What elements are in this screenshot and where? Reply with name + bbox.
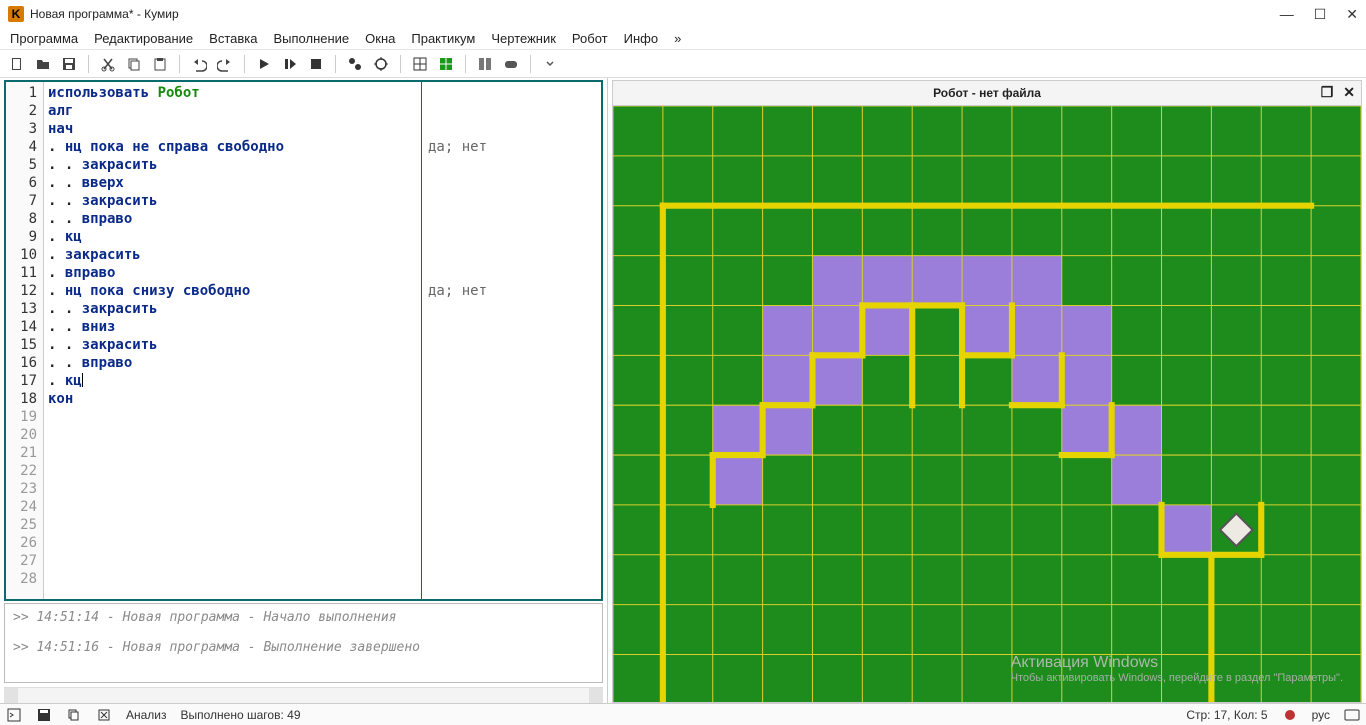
menu-bar: Программа Редактирование Вставка Выполнение… [0,28,1366,50]
cut-icon[interactable] [97,53,119,75]
maximize-button[interactable]: ☐ [1314,6,1327,23]
toolbar [0,50,1366,78]
menu-item[interactable]: Редактирование [94,31,193,46]
menu-item[interactable]: » [674,31,681,46]
menu-item[interactable]: Программа [10,31,78,46]
menu-item[interactable]: Робот [572,31,608,46]
sb-copy-icon[interactable] [66,707,82,723]
open-file-icon[interactable] [32,53,54,75]
debug-icon[interactable] [370,53,392,75]
toolbar-overflow-icon[interactable] [539,53,561,75]
window-title: Новая программа* - Кумир [30,7,179,21]
save-file-icon[interactable] [58,53,80,75]
sb-cursor-pos: Стр: 17, Кол: 5 [1186,708,1267,722]
sb-save-icon[interactable] [36,707,52,723]
line-gutter: 1234567891011121314151617181920212223242… [6,82,44,599]
robot-panel-header: Робот - нет файла ❐ ✕ [612,80,1362,106]
grid1-icon[interactable] [409,53,431,75]
main-area: 1234567891011121314151617181920212223242… [0,78,1366,703]
panels-icon[interactable] [474,53,496,75]
sb-console-icon[interactable] [6,707,22,723]
output-console[interactable]: >> 14:51:14 - Новая программа - Начало в… [4,603,603,683]
step-icon[interactable] [279,53,301,75]
title-bar: K Новая программа* - Кумир — ☐ ✕ [0,0,1366,28]
minimize-button[interactable]: — [1280,6,1294,23]
robot-field[interactable]: Активация Windows Чтобы активировать Win… [612,106,1362,703]
new-file-icon[interactable] [6,53,28,75]
menu-item[interactable]: Вставка [209,31,257,46]
menu-item[interactable]: Инфо [624,31,658,46]
undo-icon[interactable] [188,53,210,75]
code-area[interactable]: использовать Роботалгнач. нц пока не спр… [44,82,421,599]
menu-item[interactable]: Выполнение [273,31,349,46]
grid2-icon[interactable] [435,53,457,75]
status-bar: Анализ Выполнено шагов: 49 Стр: 17, Кол:… [0,703,1366,725]
close-button[interactable]: ✕ [1346,6,1358,23]
copy-icon[interactable] [123,53,145,75]
menu-item[interactable]: Чертежник [491,31,556,46]
robot-pane: Робот - нет файла ❐ ✕ Активация Windows … [608,78,1366,703]
app-logo: K [8,6,24,22]
robot-maximize-icon[interactable]: ❐ [1321,84,1334,101]
menu-item[interactable]: Практикум [411,31,475,46]
sb-analysis[interactable]: Анализ [126,708,167,722]
stop-icon[interactable] [305,53,327,75]
robot-close-icon[interactable]: ✕ [1343,84,1355,101]
menu-item[interactable]: Окна [365,31,395,46]
annotation-column: да; нет да; нет [421,82,601,599]
code-editor[interactable]: 1234567891011121314151617181920212223242… [4,80,603,601]
paste-icon[interactable] [149,53,171,75]
sb-keyboard-icon[interactable] [1344,707,1360,723]
sb-clear-icon[interactable] [96,707,112,723]
gamepad-icon[interactable] [500,53,522,75]
run-icon[interactable] [253,53,275,75]
sb-lang[interactable]: рус [1312,708,1330,722]
breakpoint-icon[interactable] [344,53,366,75]
sb-record-icon[interactable] [1282,707,1298,723]
sb-steps: Выполнено шагов: 49 [181,708,301,722]
robot-grid [613,106,1361,703]
editor-pane: 1234567891011121314151617181920212223242… [0,78,608,703]
horizontal-scrollbar[interactable] [4,687,603,703]
robot-panel-title: Робот - нет файла [933,86,1041,100]
redo-icon[interactable] [214,53,236,75]
